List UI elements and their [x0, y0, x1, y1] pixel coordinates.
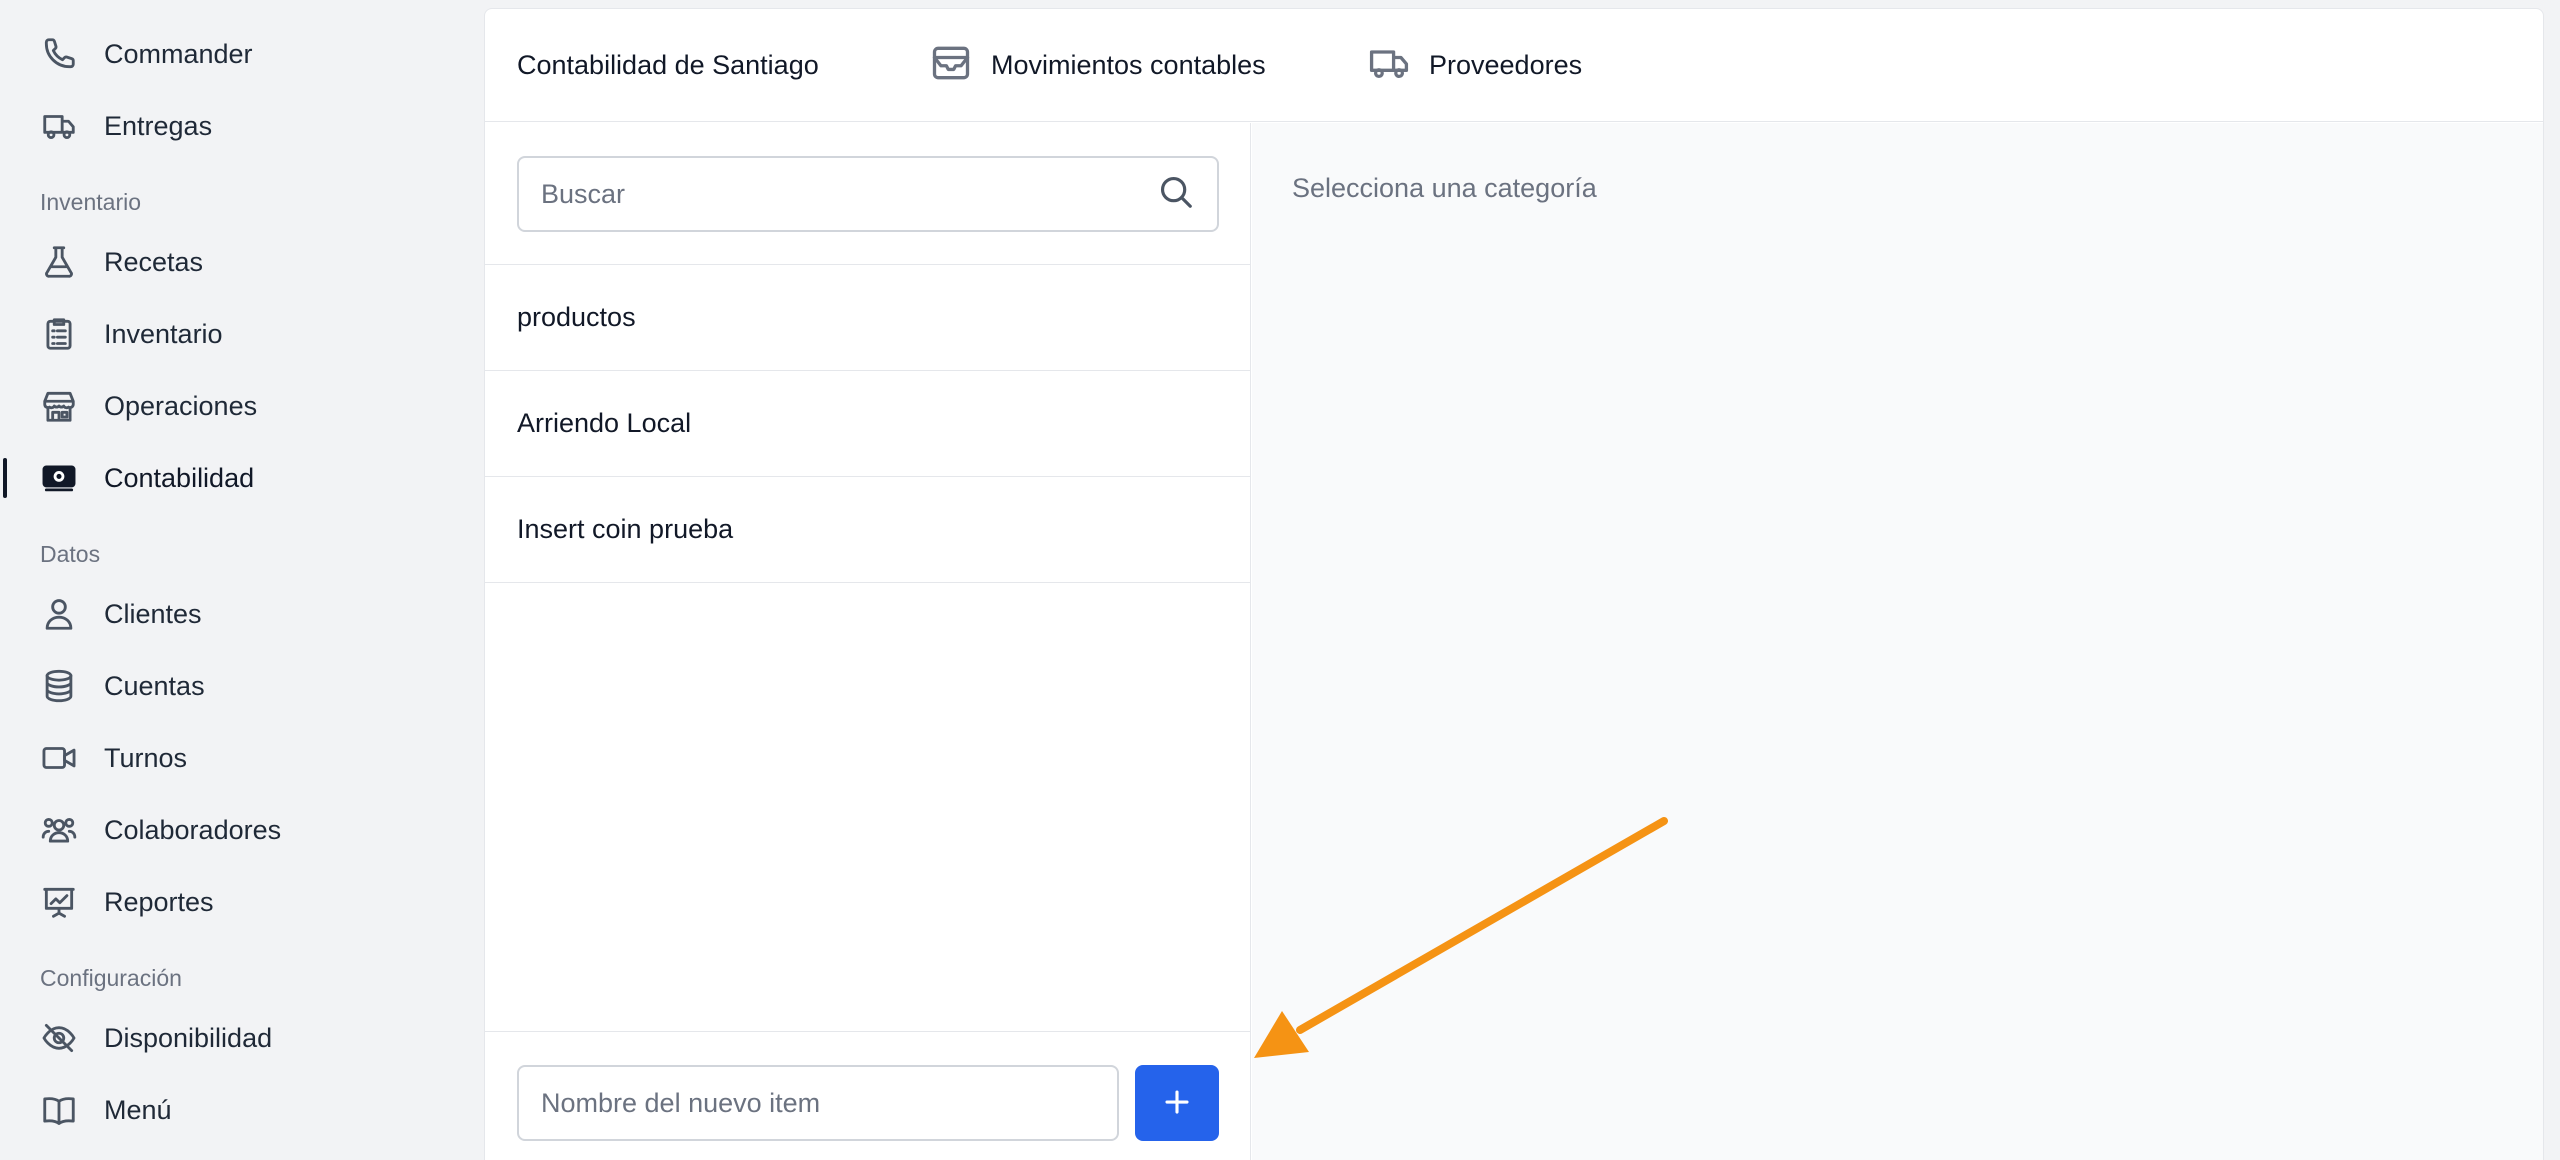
sidebar-item-label: Entregas	[104, 110, 213, 141]
flask-icon	[40, 243, 78, 281]
divider	[485, 582, 1251, 583]
sidebar-item-turnos[interactable]: Turnos	[0, 726, 482, 790]
database-icon	[40, 667, 78, 705]
search-input[interactable]	[541, 178, 1157, 210]
sidebar-item-label: Clientes	[104, 598, 202, 629]
users-icon	[40, 811, 78, 849]
search-box	[517, 156, 1219, 232]
sidebar-item-inventario[interactable]: Inventario	[0, 302, 482, 366]
section-title-configuracion: Configuración	[40, 965, 182, 991]
sidebar-item-label: Colaboradores	[104, 814, 282, 845]
video-icon	[40, 739, 78, 777]
eye-slash-icon	[40, 1019, 78, 1057]
clipboard-icon	[40, 315, 78, 353]
sidebar-item-label: Operaciones	[104, 390, 258, 421]
truck-icon	[1367, 41, 1429, 90]
sidebar-item-label: Recetas	[104, 246, 204, 277]
sidebar-item-label: Contabilidad	[104, 462, 255, 493]
sidebar-item-commander[interactable]: Commander	[0, 22, 482, 86]
sidebar-item-entregas[interactable]: Entregas	[0, 94, 482, 158]
category-detail-panel: Selecciona una categoría	[1252, 123, 2543, 1160]
sidebar-item-cuentas[interactable]: Cuentas	[0, 654, 482, 718]
add-item-button[interactable]	[1135, 1065, 1219, 1141]
sidebar-item-reportes[interactable]: Reportes	[0, 870, 482, 934]
sidebar-item-colaboradores[interactable]: Colaboradores	[0, 798, 482, 862]
inbox-icon	[929, 41, 991, 90]
phone-icon	[40, 35, 78, 73]
sidebar-item-label: Disponibilidad	[104, 1022, 273, 1053]
sidebar-item-label: Turnos	[104, 742, 188, 773]
sidebar-item-contabilidad[interactable]: Contabilidad	[0, 446, 482, 510]
tab-bar: Contabilidad de Santiago Movimientos con…	[485, 9, 2543, 122]
plus-icon	[1162, 1087, 1192, 1120]
sidebar-item-label: Cuentas	[104, 670, 205, 701]
sidebar-item-label: Inventario	[104, 318, 223, 349]
tab-movimientos-contables[interactable]: Movimientos contables	[929, 9, 1266, 122]
divider	[485, 1031, 1251, 1032]
user-icon	[40, 595, 78, 633]
tab-proveedores[interactable]: Proveedores	[1367, 9, 1582, 122]
list-item[interactable]: Insert coin prueba	[485, 477, 1251, 582]
tab-label: Proveedores	[1429, 50, 1583, 80]
sidebar-item-menu[interactable]: Menú	[0, 1078, 482, 1142]
sidebar-item-clientes[interactable]: Clientes	[0, 582, 482, 646]
tab-label: Movimientos contables	[991, 50, 1266, 80]
list-item[interactable]: productos	[485, 265, 1251, 370]
list-item[interactable]: Arriendo Local	[485, 371, 1251, 476]
category-list-panel: productos Arriendo Local Insert coin pru…	[485, 123, 1251, 1160]
store-icon	[40, 387, 78, 425]
truck-icon	[40, 107, 78, 145]
empty-state-text: Selecciona una categoría	[1292, 173, 1597, 203]
tab-contabilidad-santiago[interactable]: Contabilidad de Santiago	[517, 9, 819, 122]
section-title-inventario: Inventario	[40, 189, 142, 215]
sidebar-item-disponibilidad[interactable]: Disponibilidad	[0, 1006, 482, 1070]
sidebar-item-label: Reportes	[104, 886, 214, 917]
sidebar-item-label: Commander	[104, 38, 253, 69]
search-icon[interactable]	[1157, 173, 1195, 216]
money-icon	[40, 459, 78, 497]
sidebar-item-operaciones[interactable]: Operaciones	[0, 374, 482, 438]
main-panel: Contabilidad de Santiago Movimientos con…	[484, 8, 2544, 1160]
new-item-input[interactable]	[517, 1065, 1119, 1141]
section-title-datos: Datos	[40, 541, 101, 567]
sidebar: Commander Entregas Inventario Recetas In…	[0, 0, 482, 1160]
chart-icon	[40, 883, 78, 921]
sidebar-item-recetas[interactable]: Recetas	[0, 230, 482, 294]
sidebar-item-label: Menú	[104, 1094, 172, 1125]
tab-label: Contabilidad de Santiago	[517, 50, 819, 80]
book-icon	[40, 1091, 78, 1129]
